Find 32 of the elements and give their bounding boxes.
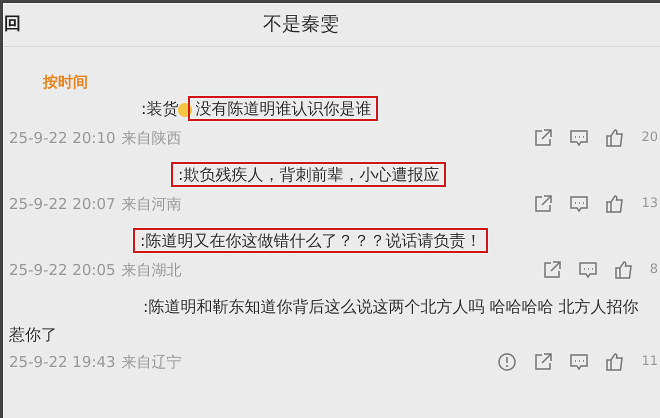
comment-time: 25-9-22 20:10 — [9, 128, 116, 149]
share-icon[interactable] — [533, 128, 554, 148]
like-count: 8 — [650, 261, 658, 280]
comment-text: 没有陈道明谁认识你是谁 — [188, 96, 378, 121]
back-button[interactable]: 回 — [3, 12, 43, 38]
like-icon[interactable] — [605, 128, 626, 148]
comment-text: :陈道明和靳东知道你背后这么说这两个北方人吗 哈哈哈哈 北方人招你惹你了 — [9, 297, 639, 344]
comment-location: 来自陕西 — [122, 128, 182, 149]
comment-text: :陈道明又在你这做错什么了？？？说话请负责！ — [133, 228, 488, 253]
share-icon[interactable] — [542, 260, 562, 280]
like-icon[interactable] — [605, 352, 626, 372]
comment-icon[interactable] — [578, 260, 598, 280]
like-count: 13 — [641, 195, 658, 214]
page-title: 不是秦雯 — [263, 12, 339, 38]
comment-time: 25-9-22 20:07 — [9, 194, 116, 215]
like-icon[interactable] — [605, 194, 626, 214]
share-icon[interactable] — [533, 352, 554, 372]
comment-location: 来自河南 — [122, 194, 182, 215]
comment-time: 25-9-22 20:05 — [9, 260, 116, 281]
report-icon[interactable] — [497, 352, 518, 372]
like-count: 11 — [641, 353, 658, 372]
comment-text: :欺负残疾人，背刺前辈，小心遭报应 — [171, 162, 446, 187]
like-count: 20 — [641, 129, 658, 148]
comment-icon[interactable] — [569, 352, 590, 372]
comment-location: 来自辽宁 — [122, 352, 182, 373]
comment-icon[interactable] — [569, 128, 590, 148]
comment-icon[interactable] — [569, 194, 590, 214]
comment-location: 来自湖北 — [122, 260, 182, 281]
comment-text: :装货 — [141, 99, 178, 118]
comment-time: 25-9-22 19:43 — [9, 352, 116, 373]
like-icon[interactable] — [614, 260, 634, 280]
share-icon[interactable] — [533, 194, 554, 214]
